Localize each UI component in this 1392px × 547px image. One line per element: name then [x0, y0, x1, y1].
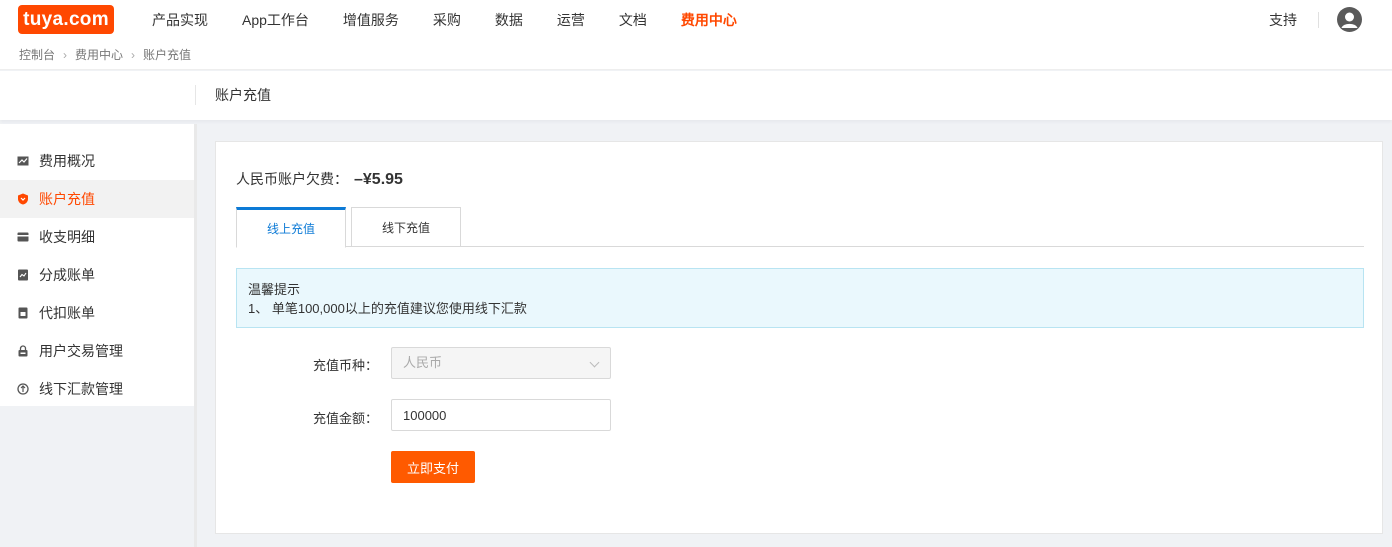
- sidebar-item-label: 账户充值: [39, 191, 95, 207]
- refresh-icon: [17, 383, 29, 395]
- support-link[interactable]: 支持: [1269, 0, 1297, 40]
- nav-item-value-added[interactable]: 增值服务: [343, 0, 399, 40]
- shield-icon: [18, 193, 28, 205]
- notice-title: 温馨提示: [248, 282, 301, 297]
- wallet-icon: [17, 232, 29, 242]
- sidebar-item-label: 代扣账单: [39, 305, 95, 321]
- sidebar: 费用概况 账户充值 收支明细 分成账单 代扣账单 用户交易管理 线下汇款管理: [0, 124, 194, 406]
- sidebar-item-revenue-share[interactable]: 分成账单: [0, 256, 194, 294]
- nav-item-product[interactable]: 产品实现: [152, 0, 208, 40]
- bill-icon: [18, 269, 28, 281]
- amount-label: 充值金额：: [312, 411, 378, 426]
- sidebar-item-withholding[interactable]: 代扣账单: [0, 294, 194, 332]
- user-avatar-icon[interactable]: [1337, 7, 1362, 32]
- currency-select-value: 人民币: [403, 355, 443, 370]
- top-navbar: tuya.com 产品实现 App工作台 增值服务 采购 数据 运营 文档 费用…: [0, 0, 1392, 40]
- currency-label: 充值币种：: [312, 358, 378, 373]
- notice-text: 1、 单笔100,000以上的充值建议您使用线下汇款: [248, 301, 527, 316]
- main-nav: 产品实现 App工作台 增值服务 采购 数据 运营 文档 费用中心: [152, 0, 771, 40]
- amount-input[interactable]: [391, 399, 611, 431]
- top-divider: [1318, 12, 1319, 28]
- chart-icon: [17, 156, 29, 166]
- sidebar-item-label: 分成账单: [39, 267, 95, 283]
- chevron-right-icon: ›: [63, 47, 68, 62]
- recharge-card: 人民币账户欠费： –¥5.95 线上充值 线下充值 温馨提示 1、 单笔100,…: [215, 141, 1383, 534]
- sidebar-item-label: 收支明细: [39, 229, 95, 245]
- sidebar-item-label: 用户交易管理: [39, 343, 123, 359]
- nav-item-data[interactable]: 数据: [495, 0, 523, 40]
- nav-item-billing-center[interactable]: 费用中心: [681, 0, 737, 40]
- tuya-logo[interactable]: tuya.com: [18, 5, 114, 34]
- nav-item-docs[interactable]: 文档: [619, 0, 647, 40]
- sidebar-item-transactions[interactable]: 收支明细: [0, 218, 194, 256]
- sidebar-item-label: 费用概况: [39, 153, 95, 169]
- chevron-down-icon: [589, 357, 600, 368]
- debt-amount: –¥5.95: [354, 171, 403, 188]
- receipt-icon: [18, 307, 28, 319]
- pay-now-button[interactable]: 立即支付: [391, 451, 475, 483]
- account-debt: 人民币账户欠费： –¥5.95: [236, 169, 403, 189]
- nav-item-operations[interactable]: 运营: [557, 0, 585, 40]
- nav-item-purchase[interactable]: 采购: [433, 0, 461, 40]
- chevron-right-icon: ›: [131, 47, 136, 62]
- breadcrumb-recharge: 账户充值: [143, 48, 192, 62]
- currency-select[interactable]: 人民币: [391, 347, 611, 379]
- tab-online-recharge[interactable]: 线上充值: [236, 207, 346, 248]
- sidebar-item-user-transactions[interactable]: 用户交易管理: [0, 332, 194, 370]
- page-header: 账户充值: [0, 71, 1392, 120]
- sidebar-edge: [194, 124, 197, 547]
- nav-item-app-workbench[interactable]: App工作台: [242, 0, 309, 40]
- lock-icon: [18, 345, 28, 357]
- sidebar-item-label: 线下汇款管理: [39, 381, 123, 397]
- breadcrumb: 控制台 › 费用中心 › 账户充值: [0, 40, 1392, 70]
- sidebar-item-recharge[interactable]: 账户充值: [0, 180, 194, 218]
- page-title: 账户充值: [215, 87, 271, 103]
- recharge-tabs: 线上充值 线下充值: [236, 207, 1364, 248]
- header-divider: [195, 85, 196, 105]
- breadcrumb-billing-center[interactable]: 费用中心: [75, 46, 123, 63]
- notice-box: 温馨提示 1、 单笔100,000以上的充值建议您使用线下汇款: [236, 268, 1364, 328]
- sidebar-item-overview[interactable]: 费用概况: [0, 142, 194, 180]
- debt-label: 人民币账户欠费：: [236, 171, 348, 187]
- breadcrumb-console[interactable]: 控制台: [19, 46, 55, 63]
- tab-offline-recharge[interactable]: 线下充值: [351, 207, 461, 247]
- sidebar-item-offline-remittance[interactable]: 线下汇款管理: [0, 370, 194, 408]
